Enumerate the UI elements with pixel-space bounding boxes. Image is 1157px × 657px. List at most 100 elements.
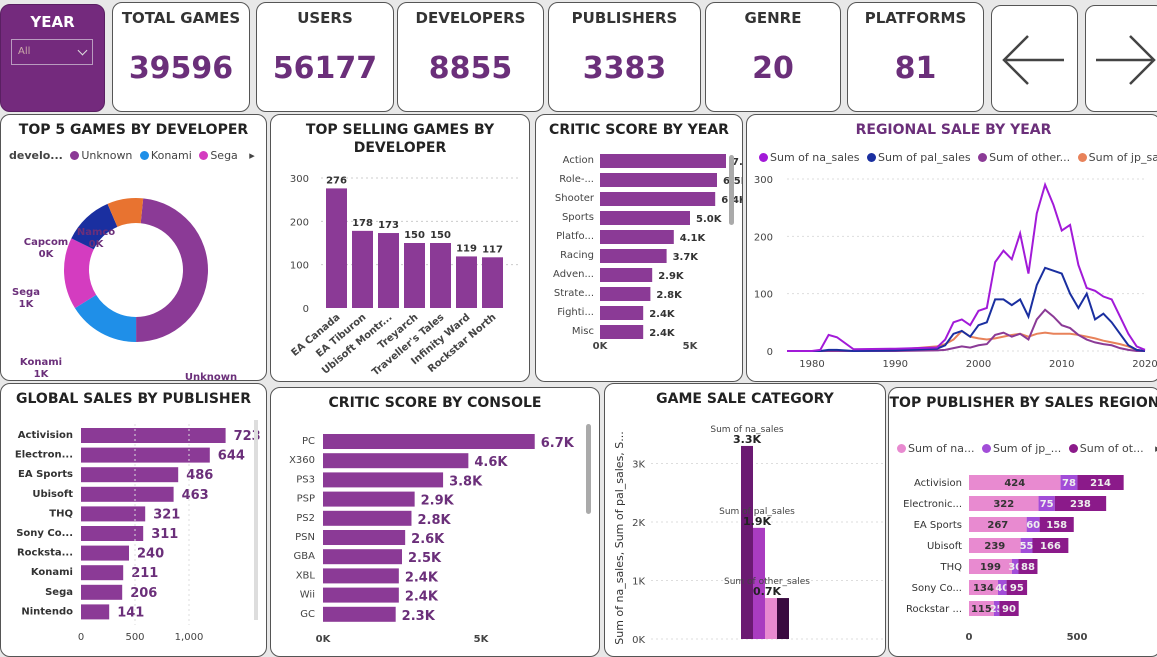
year-dropdown[interactable]: All (11, 39, 93, 65)
bar-value: 1.9K (743, 515, 771, 528)
regional-line-card: REGIONAL SALE BY YEAR Sum of na_sales Su… (746, 114, 1157, 382)
stack-legend: Sum of na... Sum of jp_... Sum of ot... … (893, 442, 1157, 455)
forward-button[interactable] (1085, 5, 1157, 112)
scrollbar[interactable] (254, 420, 258, 620)
y-tick: X360 (289, 455, 315, 466)
segment-value: 214 (1090, 478, 1111, 489)
x-tick: 0 (966, 632, 973, 643)
chart-title: GAME SALE CATEGORY (656, 391, 834, 407)
bar-value: 5.0K (696, 214, 723, 225)
segment-value: 267 (987, 520, 1008, 531)
bar-value: 644 (218, 449, 245, 464)
year-label: YEAR (30, 13, 75, 31)
bar (600, 211, 690, 225)
bar (326, 188, 347, 308)
segment-value: 75 (1040, 499, 1054, 510)
x-tick: 500 (1067, 632, 1088, 643)
bar (600, 192, 716, 206)
y-tick: PSN (295, 532, 315, 543)
bar-value: 206 (130, 586, 157, 601)
chart-title: CRITIC SCORE BY CONSOLE (328, 395, 542, 411)
y-tick: Strate... (554, 288, 594, 299)
bar-value: 486 (186, 468, 213, 483)
legend-item: Sum of ot... (1079, 442, 1144, 455)
y-tick: Action (563, 155, 594, 166)
y-tick: 200 (290, 217, 309, 228)
bar (81, 545, 129, 561)
bar (600, 306, 644, 320)
y-tick: Electronic... (903, 499, 962, 510)
y-tick: Activision (914, 478, 962, 489)
critic-year-chart: Action7.0KRole-...6.5KShooter6.4KSports5… (553, 154, 742, 352)
bar (600, 154, 726, 168)
bar (81, 506, 146, 522)
y-tick: Sega (45, 587, 73, 598)
y-tick: Rockstar ... (906, 604, 962, 615)
y-tick: Sony Co... (912, 583, 962, 594)
bar-value: 150 (430, 230, 451, 241)
slice-value: 1K (19, 299, 35, 310)
y-tick: 200 (754, 232, 773, 243)
kpi-value: 39596 (128, 51, 234, 86)
segment-value: 90 (1002, 604, 1016, 615)
donut-card: TOP 5 GAMES BY DEVELOPER develo... Unkno… (0, 114, 267, 381)
bar-value: 119 (456, 243, 477, 254)
slice-value: 1K (34, 369, 50, 380)
bar-value: 4.6K (474, 455, 508, 470)
kpi-label: USERS (297, 9, 353, 27)
segment-value: 95 (1010, 583, 1024, 594)
critic-year-card: CRITIC SCORE BY YEAR Action7.0KRole-...6… (535, 114, 743, 382)
y-tick: PS3 (296, 474, 315, 485)
bar-value: 2.4K (649, 309, 676, 320)
y-tick: Adven... (553, 269, 594, 280)
y-tick: XBL (296, 570, 316, 581)
y-tick: PC (302, 436, 315, 447)
y-tick: Shooter (555, 193, 595, 204)
bar (765, 598, 777, 639)
bar (81, 486, 174, 502)
bar-value: 211 (131, 566, 158, 581)
y-tick: 3K (632, 460, 645, 471)
regional-line-chart: 0 100 200 300 1980 1990 2000 2010 2020 (754, 175, 1157, 370)
y-tick: Wii (300, 590, 315, 601)
bar (323, 568, 399, 584)
dev-bar-chart: 0100200300 276EA Canada178EA Tiburon173Ub… (289, 174, 521, 378)
legend-item: Sum of jp_sal... (1088, 151, 1157, 164)
chart-title: TOP PUBLISHER BY SALES REGION (889, 395, 1157, 411)
region-stack-card: TOP PUBLISHER BY SALES REGION Sum of na.… (888, 387, 1157, 657)
bar-value: 178 (352, 218, 373, 229)
slice-label: Capcom (24, 237, 68, 248)
y-tick: THQ (940, 562, 963, 573)
year-slicer: YEAR All (0, 4, 105, 112)
segment-value: 199 (980, 562, 1001, 573)
y-tick: PS2 (296, 513, 315, 524)
console-bar-chart: PC 6.7K X360 4.6K PS3 3.8K PSP 2.9K PS2 2.8K PSN 2.… (289, 434, 575, 645)
back-button[interactable] (991, 5, 1078, 112)
kpi-genre: GENRE 20 (705, 2, 841, 112)
x-tick: 2020 (1132, 359, 1157, 370)
y-tick: Rocksta... (17, 548, 73, 559)
slice-label: Konami (20, 357, 62, 368)
scrollbar[interactable] (729, 155, 734, 225)
y-tick: 100 (754, 290, 773, 301)
bar (600, 173, 717, 187)
bar (81, 565, 124, 581)
slice-label: Sega (12, 287, 40, 298)
segment-value: 78 (1062, 478, 1076, 489)
bar (600, 287, 651, 301)
kpi-label: PUBLISHERS (571, 9, 678, 27)
bar-value: 173 (378, 220, 399, 231)
kpi-total-games: TOTAL GAMES 39596 (112, 2, 250, 112)
y-tick: Konami (31, 567, 73, 578)
legend-item: Sum of na_sales (770, 151, 860, 164)
bar-value: 2.5K (408, 551, 442, 566)
scrollbar[interactable] (586, 424, 591, 514)
bar-value: 2.3K (402, 609, 436, 624)
bar-value: 150 (404, 230, 425, 241)
bar-value: 0.7K (753, 585, 781, 598)
x-tick: 500 (125, 632, 144, 643)
bar-value: 240 (137, 547, 164, 562)
x-tick: 0 (78, 632, 84, 643)
kpi-value: 81 (894, 51, 937, 86)
kpi-value: 56177 (272, 51, 378, 86)
